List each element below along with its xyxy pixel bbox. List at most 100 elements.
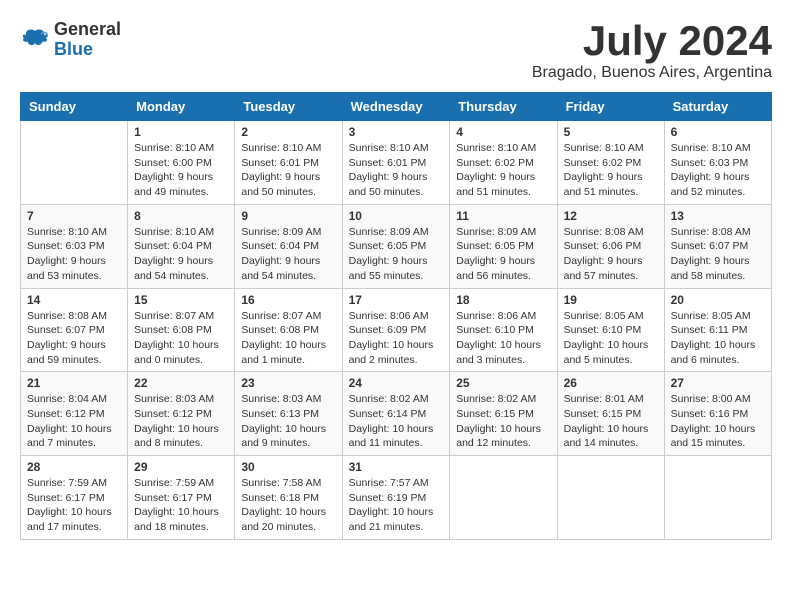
- day-info: Sunrise: 8:06 AMSunset: 6:09 PMDaylight:…: [349, 309, 444, 368]
- calendar-cell: 23 Sunrise: 8:03 AMSunset: 6:13 PMDayligh…: [235, 372, 342, 456]
- calendar-cell: 18 Sunrise: 8:06 AMSunset: 6:10 PMDayligh…: [450, 288, 557, 372]
- day-info: Sunrise: 7:57 AMSunset: 6:19 PMDaylight:…: [349, 476, 444, 535]
- day-info: Sunrise: 8:03 AMSunset: 6:12 PMDaylight:…: [134, 392, 228, 451]
- day-number: 30: [241, 460, 335, 474]
- day-number: 6: [671, 125, 765, 139]
- calendar-cell: 11 Sunrise: 8:09 AMSunset: 6:05 PMDayligh…: [450, 204, 557, 288]
- day-number: 8: [134, 209, 228, 223]
- day-info: Sunrise: 8:05 AMSunset: 6:10 PMDaylight:…: [564, 309, 658, 368]
- day-info: Sunrise: 7:59 AMSunset: 6:17 PMDaylight:…: [27, 476, 121, 535]
- day-info: Sunrise: 8:01 AMSunset: 6:15 PMDaylight:…: [564, 392, 658, 451]
- col-tuesday: Tuesday: [235, 93, 342, 121]
- calendar-cell: [21, 121, 128, 205]
- calendar-table: Sunday Monday Tuesday Wednesday Thursday…: [20, 92, 772, 540]
- day-number: 5: [564, 125, 658, 139]
- day-number: 25: [456, 376, 550, 390]
- day-info: Sunrise: 8:02 AMSunset: 6:15 PMDaylight:…: [456, 392, 550, 451]
- calendar-cell: 3Sunrise: 8:10 AMSunset: 6:01 PMDaylight…: [342, 121, 450, 205]
- day-number: 2: [241, 125, 335, 139]
- logo: General Blue: [20, 20, 121, 60]
- logo-bird-icon: [20, 25, 50, 55]
- day-info: Sunrise: 8:07 AMSunset: 6:08 PMDaylight:…: [241, 309, 335, 368]
- day-info: Sunrise: 8:10 AMSunset: 6:03 PMDaylight:…: [671, 141, 765, 200]
- calendar-week-3: 14 Sunrise: 8:08 AMSunset: 6:07 PMDayligh…: [21, 288, 772, 372]
- calendar-cell: 24Sunrise: 8:02 AMSunset: 6:14 PMDayligh…: [342, 372, 450, 456]
- calendar-week-2: 7 Sunrise: 8:10 AMSunset: 6:03 PMDaylight…: [21, 204, 772, 288]
- day-number: 20: [671, 293, 765, 307]
- day-number: 3: [349, 125, 444, 139]
- calendar-cell: 13 Sunrise: 8:08 AMSunset: 6:07 PMDayligh…: [664, 204, 771, 288]
- day-number: 12: [564, 209, 658, 223]
- day-number: 17: [349, 293, 444, 307]
- day-number: 21: [27, 376, 121, 390]
- day-info: Sunrise: 8:10 AMSunset: 6:02 PMDaylight:…: [456, 141, 550, 200]
- calendar-cell: 16 Sunrise: 8:07 AMSunset: 6:08 PMDayligh…: [235, 288, 342, 372]
- calendar-cell: 1 Sunrise: 8:10 AMSunset: 6:00 PMDaylight…: [128, 121, 235, 205]
- day-number: 23: [241, 376, 335, 390]
- calendar-cell: 12 Sunrise: 8:08 AMSunset: 6:06 PMDayligh…: [557, 204, 664, 288]
- day-info: Sunrise: 8:03 AMSunset: 6:13 PMDaylight:…: [241, 392, 335, 451]
- logo-blue-text: Blue: [54, 40, 121, 60]
- day-number: 4: [456, 125, 550, 139]
- calendar-cell: 21Sunrise: 8:04 AMSunset: 6:12 PMDayligh…: [21, 372, 128, 456]
- calendar-cell: 27Sunrise: 8:00 AMSunset: 6:16 PMDayligh…: [664, 372, 771, 456]
- col-monday: Monday: [128, 93, 235, 121]
- calendar-cell: 25 Sunrise: 8:02 AMSunset: 6:15 PMDayligh…: [450, 372, 557, 456]
- logo-general-text: General: [54, 20, 121, 40]
- day-number: 16: [241, 293, 335, 307]
- calendar-cell: [557, 456, 664, 540]
- day-info: Sunrise: 8:08 AMSunset: 6:07 PMDaylight:…: [27, 309, 121, 368]
- calendar-cell: 10Sunrise: 8:09 AMSunset: 6:05 PMDayligh…: [342, 204, 450, 288]
- day-info: Sunrise: 8:06 AMSunset: 6:10 PMDaylight:…: [456, 309, 550, 368]
- day-number: 14: [27, 293, 121, 307]
- day-number: 11: [456, 209, 550, 223]
- calendar-cell: 8 Sunrise: 8:10 AMSunset: 6:04 PMDaylight…: [128, 204, 235, 288]
- calendar-cell: [664, 456, 771, 540]
- col-saturday: Saturday: [664, 93, 771, 121]
- day-number: 7: [27, 209, 121, 223]
- calendar-cell: 4 Sunrise: 8:10 AMSunset: 6:02 PMDaylight…: [450, 121, 557, 205]
- day-number: 26: [564, 376, 658, 390]
- day-number: 1: [134, 125, 228, 139]
- day-info: Sunrise: 7:59 AMSunset: 6:17 PMDaylight:…: [134, 476, 228, 535]
- day-info: Sunrise: 8:08 AMSunset: 6:07 PMDaylight:…: [671, 225, 765, 284]
- day-number: 18: [456, 293, 550, 307]
- day-info: Sunrise: 8:10 AMSunset: 6:03 PMDaylight:…: [27, 225, 121, 284]
- day-number: 28: [27, 460, 121, 474]
- calendar-week-5: 28 Sunrise: 7:59 AMSunset: 6:17 PMDayligh…: [21, 456, 772, 540]
- day-info: Sunrise: 8:02 AMSunset: 6:14 PMDaylight:…: [349, 392, 444, 451]
- calendar-cell: 20 Sunrise: 8:05 AMSunset: 6:11 PMDayligh…: [664, 288, 771, 372]
- calendar-cell: [450, 456, 557, 540]
- day-number: 27: [671, 376, 765, 390]
- day-number: 31: [349, 460, 444, 474]
- day-info: Sunrise: 8:05 AMSunset: 6:11 PMDaylight:…: [671, 309, 765, 368]
- day-number: 19: [564, 293, 658, 307]
- day-info: Sunrise: 8:10 AMSunset: 6:04 PMDaylight:…: [134, 225, 228, 284]
- day-number: 9: [241, 209, 335, 223]
- day-info: Sunrise: 8:09 AMSunset: 6:05 PMDaylight:…: [456, 225, 550, 284]
- calendar-cell: 30 Sunrise: 7:58 AMSunset: 6:18 PMDayligh…: [235, 456, 342, 540]
- calendar-cell: 15 Sunrise: 8:07 AMSunset: 6:08 PMDayligh…: [128, 288, 235, 372]
- day-info: Sunrise: 8:10 AMSunset: 6:00 PMDaylight:…: [134, 141, 228, 200]
- calendar-header-row: Sunday Monday Tuesday Wednesday Thursday…: [21, 93, 772, 121]
- calendar-cell: 29 Sunrise: 7:59 AMSunset: 6:17 PMDayligh…: [128, 456, 235, 540]
- location-subtitle: Bragado, Buenos Aires, Argentina: [532, 64, 772, 82]
- day-info: Sunrise: 8:09 AMSunset: 6:04 PMDaylight:…: [241, 225, 335, 284]
- day-number: 22: [134, 376, 228, 390]
- page-header: General Blue July 2024 Bragado, Buenos A…: [20, 20, 772, 82]
- calendar-week-1: 1 Sunrise: 8:10 AMSunset: 6:00 PMDaylight…: [21, 121, 772, 205]
- day-info: Sunrise: 7:58 AMSunset: 6:18 PMDaylight:…: [241, 476, 335, 535]
- calendar-cell: 9 Sunrise: 8:09 AMSunset: 6:04 PMDaylight…: [235, 204, 342, 288]
- day-info: Sunrise: 8:09 AMSunset: 6:05 PMDaylight:…: [349, 225, 444, 284]
- day-number: 13: [671, 209, 765, 223]
- month-title: July 2024: [532, 20, 772, 62]
- calendar-cell: 6 Sunrise: 8:10 AMSunset: 6:03 PMDaylight…: [664, 121, 771, 205]
- col-wednesday: Wednesday: [342, 93, 450, 121]
- day-info: Sunrise: 8:08 AMSunset: 6:06 PMDaylight:…: [564, 225, 658, 284]
- calendar-cell: 22 Sunrise: 8:03 AMSunset: 6:12 PMDayligh…: [128, 372, 235, 456]
- calendar-cell: 7 Sunrise: 8:10 AMSunset: 6:03 PMDaylight…: [21, 204, 128, 288]
- day-number: 15: [134, 293, 228, 307]
- day-number: 29: [134, 460, 228, 474]
- calendar-cell: 31 Sunrise: 7:57 AMSunset: 6:19 PMDayligh…: [342, 456, 450, 540]
- day-info: Sunrise: 8:07 AMSunset: 6:08 PMDaylight:…: [134, 309, 228, 368]
